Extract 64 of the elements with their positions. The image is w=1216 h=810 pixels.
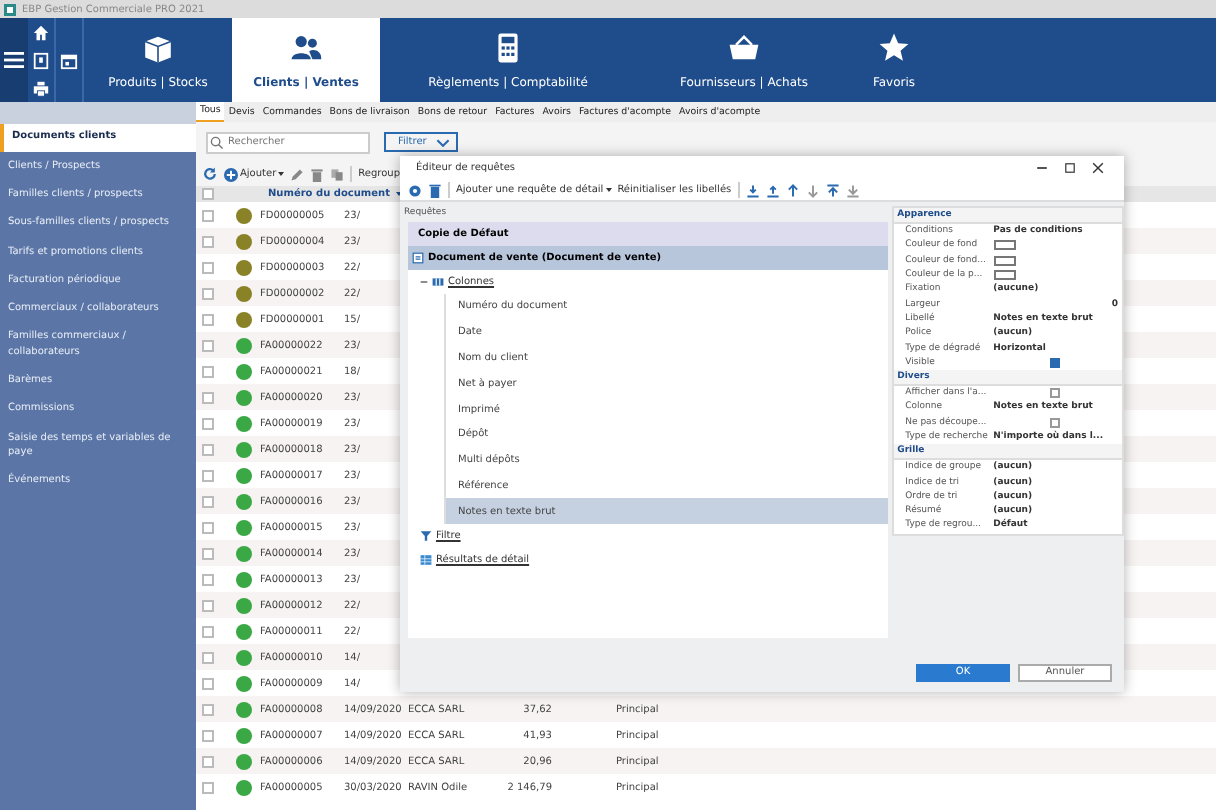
- row-checkbox[interactable]: [202, 209, 214, 221]
- printer-icon[interactable]: [32, 79, 50, 97]
- row-checkbox[interactable]: [202, 729, 214, 741]
- row-checkbox[interactable]: [202, 677, 214, 689]
- trash-icon[interactable]: [428, 183, 442, 197]
- row-checkbox[interactable]: [202, 365, 214, 377]
- arrow-down-icon[interactable]: [805, 183, 820, 197]
- row-checkbox[interactable]: [202, 703, 214, 715]
- row-checkbox[interactable]: [202, 469, 214, 481]
- row-checkbox[interactable]: [202, 781, 214, 793]
- copy-icon[interactable]: [330, 167, 345, 181]
- upload-icon[interactable]: [765, 183, 780, 197]
- row-checkbox[interactable]: [202, 521, 214, 533]
- row-checkbox[interactable]: [202, 651, 214, 663]
- color-swatch[interactable]: [993, 240, 1016, 251]
- app-logo-icon: [4, 3, 16, 15]
- minimize-icon[interactable]: [1036, 162, 1048, 174]
- filter-icon: [420, 530, 432, 543]
- row-checkbox[interactable]: [202, 443, 214, 455]
- color-swatch[interactable]: [993, 255, 1016, 266]
- row-checkbox[interactable]: [202, 391, 214, 403]
- row-checkbox[interactable]: [202, 625, 214, 637]
- row-checkbox[interactable]: [202, 339, 214, 351]
- caret-icon: [605, 188, 612, 192]
- checkbox[interactable]: [1049, 388, 1060, 399]
- row-checkbox[interactable]: [202, 235, 214, 247]
- move-top-icon[interactable]: [825, 183, 840, 197]
- move-bottom-icon[interactable]: [845, 183, 860, 197]
- checkbox[interactable]: [1049, 417, 1060, 428]
- caret-icon: [278, 172, 285, 176]
- home-icon[interactable]: [32, 23, 50, 41]
- table-icon: [420, 554, 432, 567]
- download-icon[interactable]: [745, 183, 760, 197]
- star-icon: [878, 31, 910, 63]
- columns-icon: [432, 276, 444, 288]
- close-icon[interactable]: [1092, 162, 1104, 174]
- row-checkbox[interactable]: [202, 755, 214, 767]
- row-checkbox[interactable]: [202, 261, 214, 273]
- row-checkbox[interactable]: [202, 495, 214, 507]
- maximize-icon[interactable]: [1064, 162, 1076, 174]
- arrow-up-icon[interactable]: [785, 183, 800, 197]
- row-checkbox[interactable]: [202, 573, 214, 585]
- basket-icon: [728, 31, 760, 63]
- row-checkbox[interactable]: [202, 287, 214, 299]
- refresh-icon[interactable]: [202, 166, 218, 182]
- pencil-icon[interactable]: [290, 167, 305, 181]
- row-checkbox[interactable]: [202, 599, 214, 611]
- calendar-icon[interactable]: [60, 51, 78, 69]
- search-icon: [210, 135, 224, 149]
- plus-icon: [224, 167, 238, 181]
- color-swatch[interactable]: [993, 270, 1016, 281]
- checkbox[interactable]: [1049, 357, 1060, 368]
- row-checkbox[interactable]: [202, 313, 214, 325]
- box-icon: [142, 31, 174, 63]
- document-icon: [412, 252, 424, 264]
- menu-icon[interactable]: [0, 18, 28, 102]
- row-checkbox[interactable]: [202, 547, 214, 559]
- row-checkbox[interactable]: [202, 417, 214, 429]
- trash-icon[interactable]: [310, 167, 325, 181]
- people-icon: [290, 31, 322, 63]
- collapse-icon[interactable]: [420, 278, 428, 286]
- calculator-icon: [492, 31, 524, 63]
- select-all-checkbox[interactable]: [202, 188, 214, 200]
- chevron-down-icon: [436, 137, 451, 147]
